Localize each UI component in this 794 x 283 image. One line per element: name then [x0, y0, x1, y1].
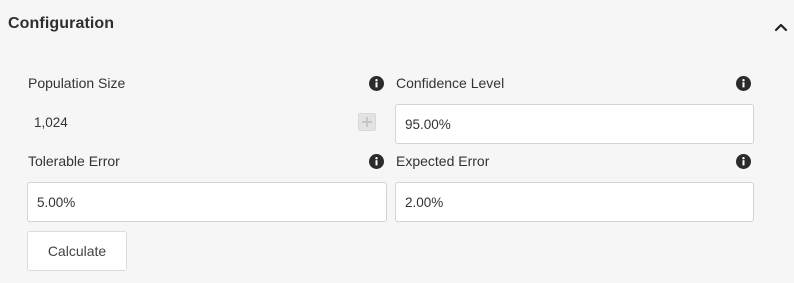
confidence-level-label: Confidence Level	[396, 75, 505, 91]
info-icon[interactable]	[369, 76, 384, 91]
expected-error-label: Expected Error	[396, 153, 490, 169]
tolerable-error-input[interactable]: 5.00%	[27, 182, 387, 222]
population-size-label: Population Size	[28, 75, 126, 91]
chevron-up-icon[interactable]	[770, 16, 792, 38]
calculate-button[interactable]: Calculate	[27, 231, 127, 271]
tolerable-error-label: Tolerable Error	[28, 153, 120, 169]
panel-title: Configuration	[8, 15, 115, 32]
info-icon[interactable]	[736, 76, 751, 91]
info-icon[interactable]	[736, 154, 751, 169]
configuration-panel-header[interactable]: Configuration	[0, 0, 794, 52]
expected-error-input[interactable]: 2.00%	[395, 182, 754, 222]
info-icon[interactable]	[369, 154, 384, 169]
population-size-value: 1,024	[34, 114, 68, 130]
calculator-icon[interactable]	[358, 113, 376, 131]
confidence-level-input[interactable]: 95.00%	[395, 104, 754, 144]
